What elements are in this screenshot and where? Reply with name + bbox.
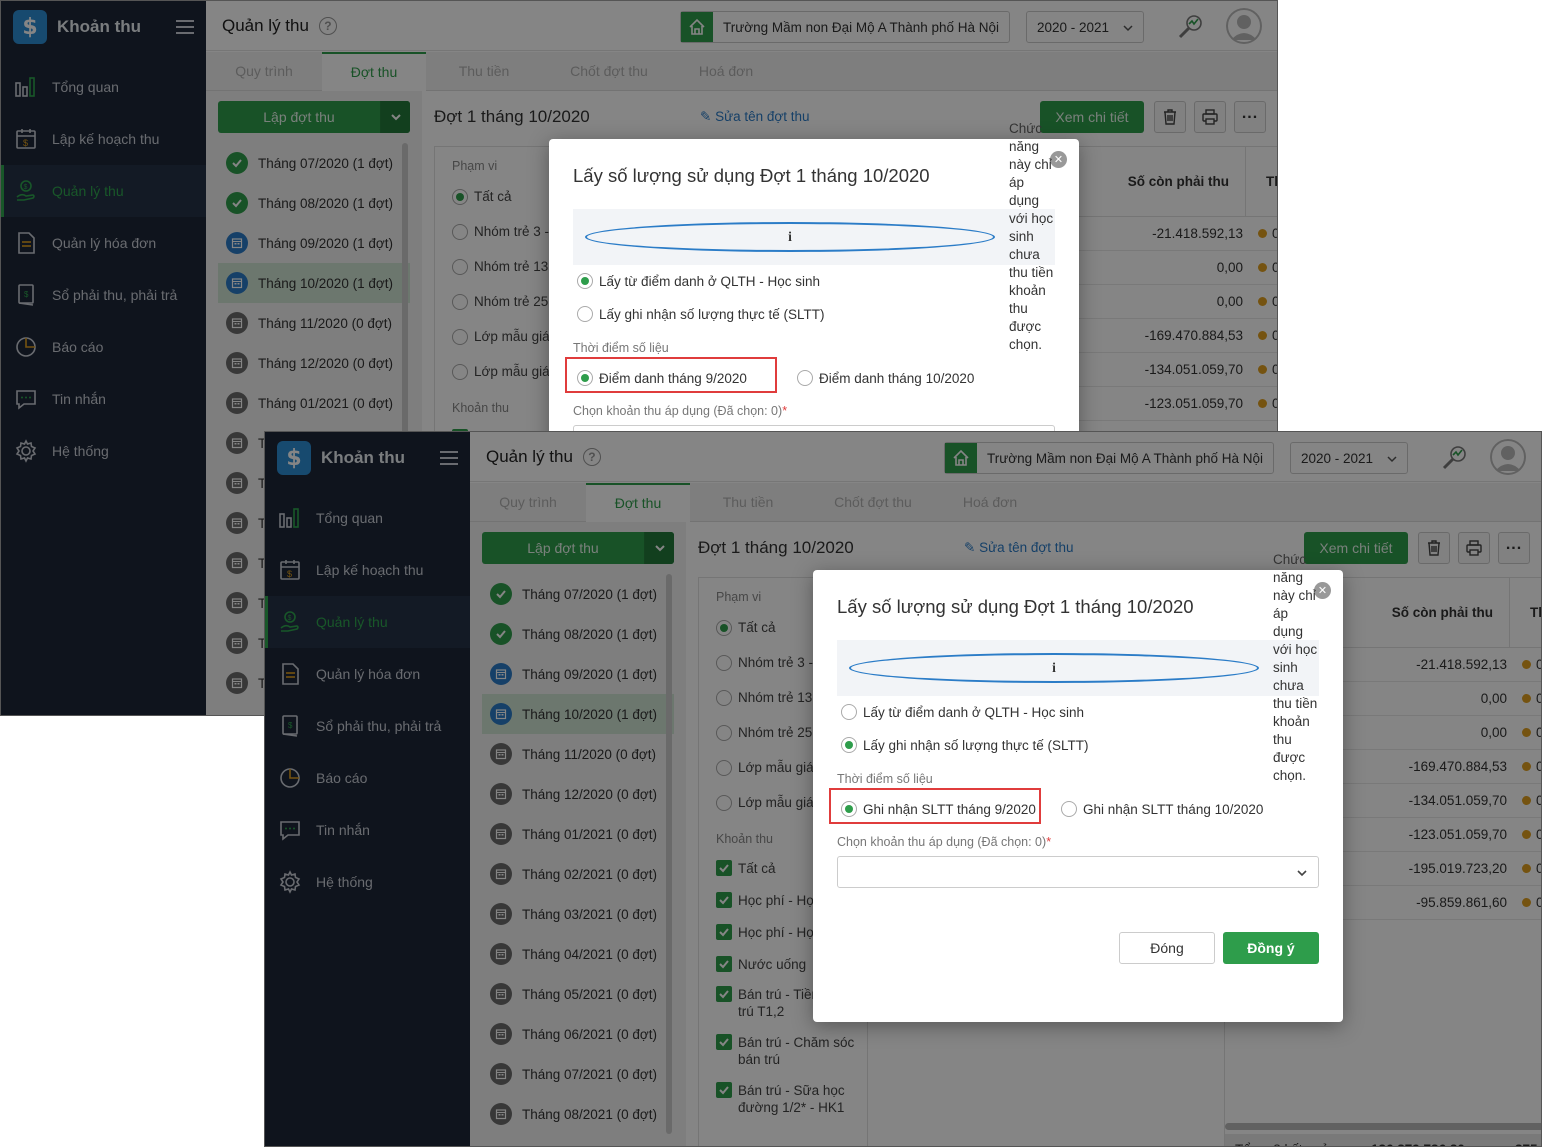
radio[interactable] <box>577 273 593 289</box>
foreground-window: $ Khoản thu Tổng quan $ Lập kế hoạch thu $ Quả… <box>264 431 1542 1147</box>
radio[interactable] <box>797 370 813 386</box>
confirm-button[interactable]: Đồng ý <box>1223 932 1319 964</box>
radio[interactable] <box>841 801 857 817</box>
time-option-current[interactable]: Điểm danh tháng 10/2020 <box>797 370 974 386</box>
radio[interactable] <box>841 704 857 720</box>
modal-title: Lấy số lượng sử dụng Đợt 1 tháng 10/2020 <box>573 165 930 186</box>
source-option-sltt[interactable]: Lấy ghi nhận số lượng thực tế (SLTT) <box>841 737 1089 753</box>
radio[interactable] <box>841 737 857 753</box>
chevron-down-icon <box>1297 870 1307 877</box>
time-option-current[interactable]: Ghi nhận SLTT tháng 10/2020 <box>1061 801 1263 817</box>
radio[interactable] <box>1061 801 1077 817</box>
cancel-button[interactable]: Đóng <box>1119 932 1215 964</box>
source-option-attendance[interactable]: Lấy từ điểm danh ở QLTH - Học sinh <box>577 273 820 289</box>
time-label: Thời điểm số liệu <box>573 341 669 355</box>
time-label: Thời điểm số liệu <box>837 772 933 786</box>
quantity-modal: Lấy số lượng sử dụng Đợt 1 tháng 10/2020… <box>813 552 1343 1022</box>
info-icon: i <box>849 653 1259 683</box>
info-box: i Chức năng này chỉ áp dụng với học sinh … <box>573 121 1055 352</box>
source-option-attendance[interactable]: Lấy từ điểm danh ở QLTH - Học sinh <box>841 704 1084 720</box>
fee-select[interactable] <box>837 856 1319 888</box>
radio[interactable] <box>577 306 593 322</box>
select-label: Chọn khoản thu áp dụng (Đã chọn: 0)* <box>573 404 788 418</box>
source-option-sltt[interactable]: Lấy ghi nhận số lượng thực tế (SLTT) <box>577 306 825 322</box>
info-box: i Chức năng này chỉ áp dụng với học sinh … <box>837 552 1319 783</box>
time-option-prev[interactable]: Điểm danh tháng 9/2020 <box>577 370 747 386</box>
modal-title: Lấy số lượng sử dụng Đợt 1 tháng 10/2020 <box>837 596 1194 617</box>
select-label: Chọn khoản thu áp dụng (Đã chọn: 0)* <box>837 835 1052 849</box>
time-option-prev[interactable]: Ghi nhận SLTT tháng 9/2020 <box>841 801 1036 817</box>
info-icon: i <box>585 222 995 252</box>
radio[interactable] <box>577 370 593 386</box>
